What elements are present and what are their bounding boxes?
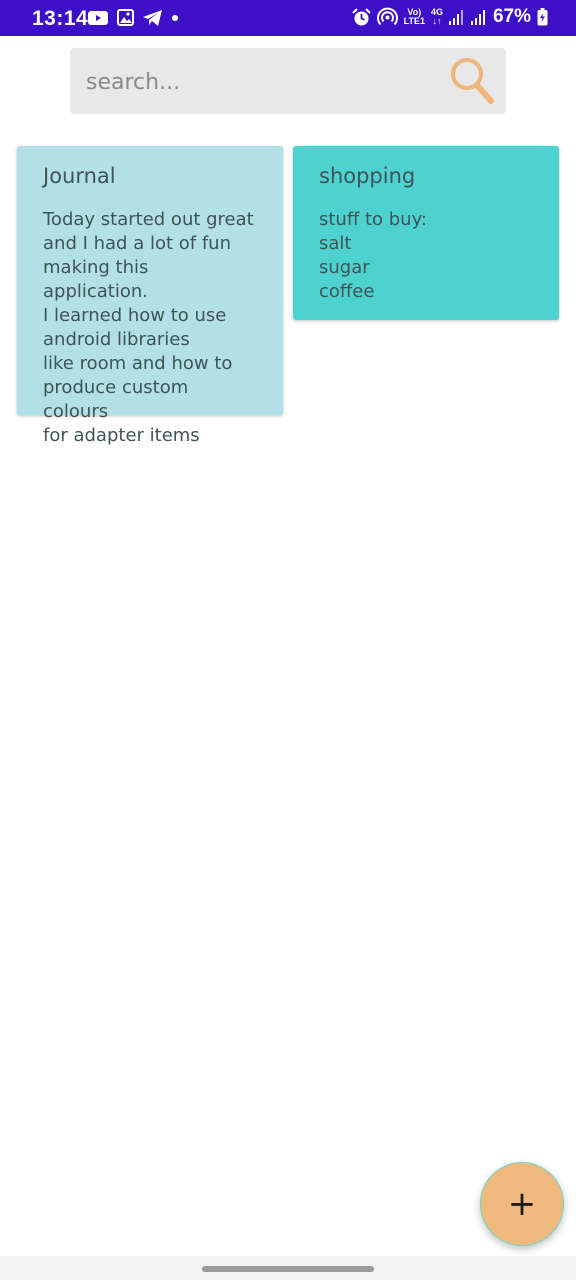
home-gesture-handle[interactable] bbox=[202, 1266, 374, 1272]
youtube-icon bbox=[88, 10, 108, 25]
plus-icon: + bbox=[507, 1184, 537, 1224]
note-card-journal[interactable]: Journal Today started out great and I ha… bbox=[17, 146, 283, 446]
volte-indicator: Vo) LTE1 bbox=[404, 8, 425, 26]
note-title: Journal bbox=[43, 164, 116, 188]
add-note-button[interactable]: + bbox=[480, 1162, 564, 1246]
data-arrows-icon: ↓↑ bbox=[432, 16, 442, 26]
gallery-icon bbox=[117, 9, 134, 26]
note-title: shopping bbox=[319, 164, 416, 188]
dot-icon bbox=[172, 14, 178, 21]
telegram-icon bbox=[143, 9, 162, 26]
status-time: 13:14 bbox=[32, 7, 89, 30]
network-indicator: 4G ↓↑ bbox=[431, 8, 443, 26]
status-system-icons: Vo) LTE1 4G ↓↑ 67% bbox=[351, 6, 548, 28]
battery-percent: 67% bbox=[492, 6, 531, 27]
search-icon[interactable] bbox=[448, 55, 496, 107]
status-bar: 13:14 Vo) LTE1 4G ↓↑ 67% bbox=[0, 0, 576, 36]
battery-icon bbox=[537, 8, 548, 26]
hotspot-icon bbox=[376, 7, 398, 25]
alarm-icon bbox=[351, 7, 371, 25]
signal-icon bbox=[448, 10, 463, 25]
note-body: Today started out great and I had a lot … bbox=[43, 209, 254, 446]
volte-bottom-text: LTE1 bbox=[403, 16, 425, 26]
search-input[interactable] bbox=[84, 48, 448, 116]
navigation-bar bbox=[0, 1256, 576, 1280]
status-notification-icons bbox=[88, 9, 179, 26]
signal-icon bbox=[470, 10, 485, 25]
note-card-shopping[interactable]: shopping stuff to buy: salt sugar coffee bbox=[293, 146, 559, 320]
search-bar bbox=[70, 48, 506, 116]
note-body: stuff to buy: salt sugar coffee bbox=[319, 209, 427, 302]
